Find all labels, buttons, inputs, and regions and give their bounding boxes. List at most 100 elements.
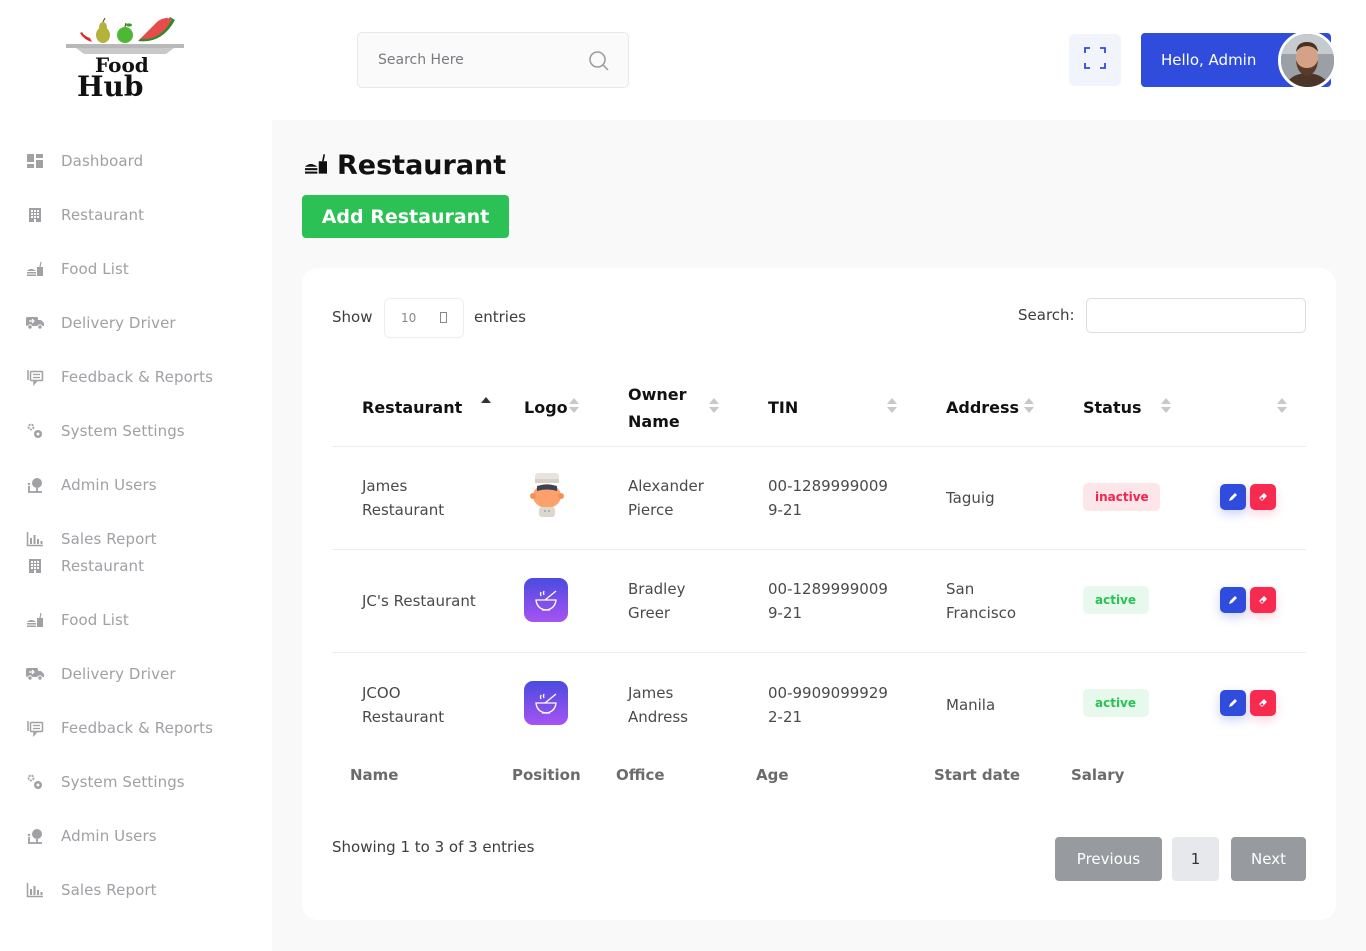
show-label: Show — [332, 308, 373, 326]
delete-button[interactable] — [1250, 690, 1276, 716]
restaurant-table-card: Show 10 entries Search: Restaurant Logo … — [302, 268, 1336, 920]
sort-icon[interactable] — [709, 398, 719, 414]
bowl-logo — [524, 681, 568, 725]
page-length-value: 10 — [401, 311, 417, 325]
delete-button[interactable] — [1250, 587, 1276, 613]
greeting-text: Hello, Admin — [1161, 51, 1257, 69]
sidebar-item-food-list-2[interactable]: Food List — [24, 608, 129, 632]
sidebar-item-food-list[interactable]: Food List — [24, 257, 129, 281]
sidebar-item-admin-users[interactable]: Admin Users — [24, 473, 157, 497]
cell-tin: 00-99090999292-21 — [768, 683, 888, 726]
sidebar-item-restaurant-2[interactable]: Restaurant — [24, 554, 144, 578]
sidebar-item-label: System Settings — [61, 773, 185, 791]
sort-ascending-icon[interactable] — [481, 397, 491, 413]
truck-icon — [24, 663, 46, 685]
sidebar-item-label: Feedback & Reports — [61, 368, 214, 386]
next-page-button[interactable]: Next — [1231, 837, 1306, 881]
header-search-input[interactable] — [378, 52, 578, 68]
edit-button[interactable] — [1220, 587, 1246, 613]
page-title-text: Restaurant — [337, 150, 507, 181]
truck-icon — [24, 312, 46, 334]
column-label: Restaurant — [362, 398, 463, 417]
avatar[interactable] — [1278, 31, 1337, 90]
sidebar-item-restaurant[interactable]: Restaurant — [24, 203, 144, 227]
table-row: JCOO Restaurant James Andress 00-9909099… — [332, 653, 1306, 756]
sort-icon[interactable] — [569, 398, 579, 414]
fullscreen-icon — [1083, 46, 1107, 74]
cell-restaurant: JCOO Restaurant — [362, 683, 445, 726]
cell-owner: Alexander Pierce — [628, 477, 704, 519]
footer-column-position: Position — [512, 766, 581, 784]
page-1-button[interactable]: 1 — [1172, 837, 1219, 881]
food-hub-logo[interactable]: Food Hub — [62, 8, 188, 103]
delete-button[interactable] — [1250, 484, 1276, 510]
column-header-restaurant[interactable]: Restaurant — [362, 368, 462, 447]
cell-restaurant: JC's Restaurant — [362, 592, 476, 610]
search-icon[interactable] — [588, 50, 610, 76]
logo-graphic: Food Hub — [66, 17, 184, 103]
column-header-address[interactable]: Address — [946, 368, 1019, 447]
column-label: Status — [1083, 398, 1142, 417]
status-badge: inactive — [1083, 483, 1160, 511]
footer-column-age: Age — [756, 766, 789, 784]
sidebar-item-feedback-reports-2[interactable]: Feedback & Reports — [24, 716, 213, 740]
fullscreen-button[interactable] — [1069, 34, 1121, 86]
sidebar-item-label: Food List — [61, 260, 129, 278]
building-icon — [24, 555, 46, 577]
table-search-label: Search: — [1018, 306, 1075, 324]
column-header-status[interactable]: Status — [1083, 368, 1142, 447]
sidebar-item-system-settings-2[interactable]: System Settings — [24, 770, 185, 794]
column-header-logo[interactable]: Logo — [524, 368, 568, 447]
food-icon — [24, 258, 46, 280]
sidebar-item-label: Feedback & Reports — [61, 719, 214, 737]
footer-column-office: Office — [616, 766, 665, 784]
sidebar-item-sales-report[interactable]: Sales Report — [24, 527, 157, 551]
sidebar-item-dashboard[interactable]: Dashboard — [24, 149, 143, 173]
table-search-input[interactable] — [1086, 298, 1306, 333]
sidebar: Food Hub Dashboard Restaurant Food List — [0, 0, 272, 951]
add-restaurant-button[interactable]: Add Restaurant — [302, 195, 509, 238]
user-icon — [24, 825, 46, 847]
sort-icon[interactable] — [1024, 398, 1034, 414]
header-search[interactable] — [357, 32, 629, 88]
sidebar-item-label: Restaurant — [61, 206, 145, 224]
user-icon — [24, 474, 46, 496]
sidebar-item-feedback-reports[interactable]: Feedback & Reports — [24, 365, 213, 389]
sidebar-item-label: Delivery Driver — [61, 314, 176, 332]
cell-owner: Bradley Greer — [628, 580, 686, 622]
sort-icon[interactable] — [887, 398, 897, 414]
eraser-icon — [1259, 699, 1267, 707]
food-icon — [24, 609, 46, 631]
footer-column-salary: Salary — [1071, 766, 1125, 784]
sidebar-item-label: Food List — [61, 611, 129, 629]
column-label: TIN — [768, 398, 799, 417]
edit-button[interactable] — [1220, 484, 1246, 510]
edit-button[interactable] — [1220, 690, 1246, 716]
sidebar-item-delivery-driver-2[interactable]: Delivery Driver — [24, 662, 176, 686]
column-header-owner-name[interactable]: Owner Name — [628, 368, 698, 447]
column-header-actions[interactable] — [1212, 368, 1272, 447]
sidebar-item-sales-report-2[interactable]: Sales Report — [24, 878, 157, 902]
previous-page-button[interactable]: Previous — [1055, 837, 1162, 881]
pencil-icon — [1229, 699, 1237, 707]
chart-icon — [24, 528, 46, 550]
comments-icon — [24, 717, 46, 739]
sidebar-item-admin-users-2[interactable]: Admin Users — [24, 824, 157, 848]
table-footer: Name Position Office Age Start date Sala… — [332, 758, 1306, 792]
sort-icon[interactable] — [1277, 398, 1287, 414]
column-header-tin[interactable]: TIN — [768, 368, 798, 447]
cogs-icon — [24, 771, 46, 793]
building-icon — [24, 204, 46, 226]
entries-label: entries — [474, 308, 526, 326]
comments-icon — [24, 366, 46, 388]
cell-restaurant: James Restaurant — [362, 477, 445, 519]
sidebar-item-delivery-driver[interactable]: Delivery Driver — [24, 311, 176, 335]
page-length-select[interactable]: 10 — [384, 298, 464, 338]
sidebar-item-system-settings[interactable]: System Settings — [24, 419, 185, 443]
cell-tin: 00-12899990099-21 — [768, 477, 888, 519]
food-icon — [303, 153, 329, 179]
sort-icon[interactable] — [1161, 398, 1171, 414]
sidebar-item-label: Admin Users — [61, 476, 157, 494]
status-badge: active — [1083, 689, 1149, 717]
sidebar-item-label: Dashboard — [61, 152, 144, 170]
